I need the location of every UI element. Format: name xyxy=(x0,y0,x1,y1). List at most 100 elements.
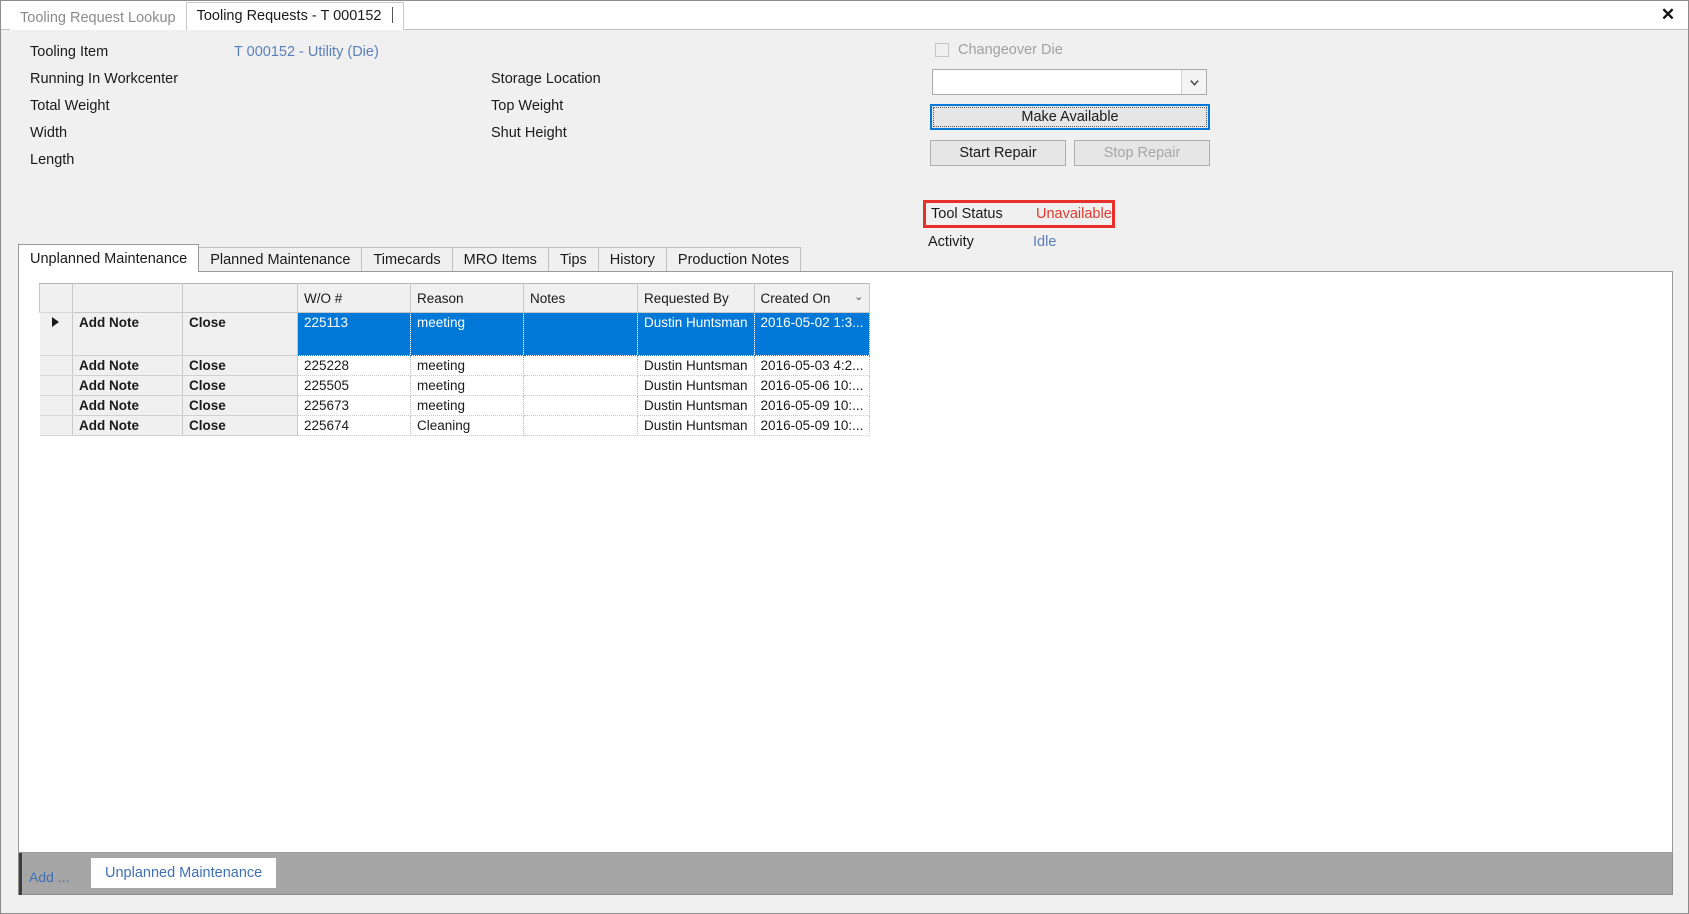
cell-wo: 225674 xyxy=(297,415,411,436)
grid-col-close[interactable] xyxy=(182,283,298,313)
tab-label: Timecards xyxy=(373,252,441,268)
window-titlebar: Tooling Request Lookup Tooling Requests … xyxy=(0,0,1689,30)
changeover-die-row[interactable]: Changeover Die xyxy=(935,42,1063,58)
storage-location-combobox[interactable] xyxy=(932,69,1207,95)
grid-col-label: Requested By xyxy=(644,290,729,306)
table-row[interactable]: Add Note Close 225505 meeting Dustin Hun… xyxy=(39,375,871,396)
add-note-button[interactable]: Add Note xyxy=(72,415,183,436)
close-icon[interactable]: ✕ xyxy=(1655,3,1681,27)
cell-wo: 225673 xyxy=(297,395,411,416)
sort-ascending-icon: ⌄ xyxy=(854,291,864,303)
tab-production-notes[interactable]: Production Notes xyxy=(665,247,802,272)
close-button[interactable]: Close xyxy=(182,355,298,376)
tab-history[interactable]: History xyxy=(597,247,667,272)
window-tabstrip: Tooling Request Lookup Tooling Requests … xyxy=(10,0,404,30)
grid-col-label: Reason xyxy=(417,290,464,306)
grid-body: Add Note Close 225113 meeting Dustin Hun… xyxy=(39,312,871,436)
table-row[interactable]: Add Note Close 225113 meeting Dustin Hun… xyxy=(39,312,871,356)
unplanned-maintenance-panel: W/O # Reason Notes Requested By Created … xyxy=(18,271,1673,853)
cell-created-on: 2016-05-09 10:... xyxy=(754,415,871,436)
start-repair-button[interactable]: Start Repair xyxy=(930,140,1066,166)
make-available-label: Make Available xyxy=(933,107,1207,127)
grid-header-row: W/O # Reason Notes Requested By Created … xyxy=(39,283,871,313)
grid-col-label: Notes xyxy=(530,290,566,306)
cell-notes xyxy=(523,312,638,356)
current-row-arrow-icon xyxy=(52,317,60,327)
text-caret xyxy=(391,7,393,23)
chevron-down-icon[interactable] xyxy=(1181,70,1206,94)
cell-requested-by: Dustin Huntsman xyxy=(637,312,755,356)
table-row[interactable]: Add Note Close 225674 Cleaning Dustin Hu… xyxy=(39,415,871,436)
bottom-tab-bar: Add ... Unplanned Maintenance xyxy=(18,853,1673,895)
add-note-button[interactable]: Add Note xyxy=(72,395,183,416)
grid-col-notes[interactable]: Notes xyxy=(523,283,638,313)
grid-col-label: W/O # xyxy=(304,290,343,306)
label-length: Length xyxy=(30,152,75,168)
label-total-weight: Total Weight xyxy=(30,98,110,114)
make-available-button[interactable]: Make Available xyxy=(930,104,1210,130)
tool-status-badge: Tool Status Unavailable xyxy=(923,200,1115,228)
close-button[interactable]: Close xyxy=(182,395,298,416)
detail-tabstrip: Unplanned Maintenance Planned Maintenanc… xyxy=(18,244,1673,272)
cell-created-on: 2016-05-02 1:3... xyxy=(754,312,871,356)
window-tab-tooling-request-lookup[interactable]: Tooling Request Lookup xyxy=(10,6,186,30)
close-button[interactable]: Close xyxy=(182,415,298,436)
cell-created-on: 2016-05-06 10:... xyxy=(754,375,871,396)
row-marker-cell xyxy=(39,395,73,416)
tab-label: Production Notes xyxy=(677,252,790,268)
tab-unplanned-maintenance[interactable]: Unplanned Maintenance xyxy=(18,244,200,272)
stop-repair-button: Stop Repair xyxy=(1074,140,1210,166)
bottom-tab-unplanned-maintenance[interactable]: Unplanned Maintenance xyxy=(91,858,277,888)
cell-wo: 225113 xyxy=(297,312,411,356)
tab-label: History xyxy=(609,252,655,268)
table-row[interactable]: Add Note Close 225228 meeting Dustin Hun… xyxy=(39,355,871,376)
add-note-button[interactable]: Add Note xyxy=(72,312,183,356)
close-button[interactable]: Close xyxy=(182,312,298,356)
cell-wo: 225505 xyxy=(297,375,411,396)
add-note-button[interactable]: Add Note xyxy=(72,375,183,396)
cell-notes xyxy=(523,355,638,376)
cell-reason: meeting xyxy=(410,355,524,376)
label-storage-location: Storage Location xyxy=(491,71,601,87)
bottom-add-link[interactable]: Add ... xyxy=(29,869,69,885)
add-note-button[interactable]: Add Note xyxy=(72,355,183,376)
tooling-detail-header: Tooling Item Running In Workcenter Total… xyxy=(0,30,1689,250)
stop-repair-label: Stop Repair xyxy=(1103,145,1181,161)
label-tooling-item: Tooling Item xyxy=(30,44,109,60)
row-marker-cell xyxy=(39,375,73,396)
changeover-die-label: Changeover Die xyxy=(958,42,1063,58)
grid-col-label: Created On xyxy=(760,290,831,306)
window-tab-label: Tooling Requests - T 000152 xyxy=(196,8,382,24)
label-shut-height: Shut Height xyxy=(491,125,567,141)
cell-requested-by: Dustin Huntsman xyxy=(637,415,755,436)
grid-col-addnote[interactable] xyxy=(72,283,183,313)
tab-label: Tips xyxy=(559,252,587,268)
label-top-weight: Top Weight xyxy=(491,98,564,114)
maintenance-grid: W/O # Reason Notes Requested By Created … xyxy=(39,283,871,436)
tab-timecards[interactable]: Timecards xyxy=(361,247,453,272)
grid-col-wo[interactable]: W/O # xyxy=(297,283,411,313)
cell-requested-by: Dustin Huntsman xyxy=(637,355,755,376)
grid-col-rowmarker xyxy=(39,283,73,313)
value-tooling-item-link[interactable]: T 000152 - Utility (Die) xyxy=(234,44,379,60)
table-row[interactable]: Add Note Close 225673 meeting Dustin Hun… xyxy=(39,395,871,416)
changeover-die-checkbox[interactable] xyxy=(935,43,949,57)
tab-mro-items[interactable]: MRO Items xyxy=(451,247,549,272)
cell-created-on: 2016-05-09 10:... xyxy=(754,395,871,416)
close-button[interactable]: Close xyxy=(182,375,298,396)
tab-planned-maintenance[interactable]: Planned Maintenance xyxy=(198,247,363,272)
window-tab-tooling-requests[interactable]: Tooling Requests - T 000152 xyxy=(185,2,404,30)
cell-reason: meeting xyxy=(410,395,524,416)
tab-label: MRO Items xyxy=(463,252,537,268)
grid-col-created-on[interactable]: Created On ⌄ xyxy=(753,283,871,313)
cell-requested-by: Dustin Huntsman xyxy=(637,375,755,396)
bottom-bar-left-edge xyxy=(19,853,22,895)
grid-col-requested-by[interactable]: Requested By xyxy=(637,283,755,313)
tab-tips[interactable]: Tips xyxy=(547,247,599,272)
cell-reason: Cleaning xyxy=(410,415,524,436)
cell-notes xyxy=(523,415,638,436)
grid-col-reason[interactable]: Reason xyxy=(410,283,524,313)
tool-status-label: Tool Status xyxy=(931,206,1003,222)
row-marker-cell xyxy=(39,355,73,376)
label-running-in-workcenter: Running In Workcenter xyxy=(30,71,179,87)
